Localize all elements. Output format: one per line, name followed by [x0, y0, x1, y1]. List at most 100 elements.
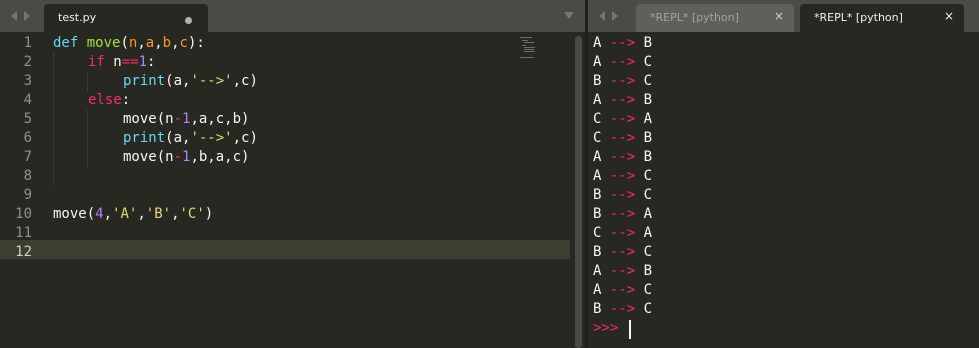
line-number: 10 — [15, 206, 32, 222]
token-string: '-->' — [190, 73, 233, 89]
tab-overflow-chevron-icon[interactable] — [564, 12, 574, 19]
token-string: 'C' — [179, 206, 205, 222]
token-keyword: def — [53, 35, 79, 51]
move-from: A — [593, 263, 602, 279]
move-to: C — [643, 54, 653, 70]
arrow-left-icon[interactable] — [599, 11, 605, 21]
repl-output-line: C --> A — [593, 224, 652, 243]
move-from: B — [593, 206, 602, 222]
token-punct: ) — [204, 206, 214, 222]
token-punct: , — [137, 206, 146, 222]
token-string: 'A' — [112, 206, 138, 222]
token-name: n — [104, 54, 122, 70]
token-punct: , — [154, 35, 163, 51]
tab-navigation-arrows-icon[interactable] — [597, 9, 625, 23]
token-punct: , — [171, 35, 180, 51]
token-number: 4 — [95, 206, 104, 222]
modified-dot-icon[interactable] — [185, 17, 192, 24]
token-keyword: else — [88, 92, 122, 108]
repl-output-line: B --> C — [593, 186, 652, 205]
repl-output-line: C --> A — [593, 110, 652, 129]
editor-tab-bar: test.py — [0, 0, 585, 32]
move-arrow: --> — [609, 111, 636, 127]
token-punct: : — [121, 92, 131, 108]
move-to: A — [643, 206, 653, 222]
indent-guide — [87, 72, 88, 91]
token-builtin: print — [123, 73, 166, 89]
move-to: C — [643, 168, 653, 184]
close-icon[interactable]: × — [774, 9, 784, 23]
line-number: 6 — [23, 130, 32, 146]
move-from: A — [593, 54, 602, 70]
token-punct: , — [171, 206, 180, 222]
line-number: 8 — [23, 168, 32, 184]
repl-output-line: A --> C — [593, 167, 652, 186]
indent-guide — [53, 53, 54, 186]
line-number: 2 — [23, 54, 32, 70]
token-args: (a, — [165, 130, 191, 146]
repl-output-line: A --> B — [593, 91, 652, 110]
move-to: B — [643, 35, 653, 51]
repl-prompt-line[interactable]: >>> — [593, 319, 631, 339]
line-number: 9 — [23, 187, 32, 203]
move-to: A — [643, 111, 653, 127]
minimap-line — [524, 42, 534, 43]
move-from: B — [593, 244, 602, 260]
line-number: 12 — [15, 244, 32, 260]
move-from: C — [593, 225, 602, 241]
indent-guide — [87, 110, 88, 167]
arrow-right-icon[interactable] — [612, 11, 618, 21]
code-editor[interactable]: def move(n,a,b,c): if n==1: print(a,'-->… — [53, 34, 573, 348]
repl-output-line: C --> B — [593, 129, 652, 148]
arrow-left-icon[interactable] — [11, 11, 17, 21]
move-arrow: --> — [609, 130, 636, 146]
token-string: 'B' — [145, 206, 172, 222]
token-param: c — [179, 35, 188, 51]
token-operator: == — [121, 54, 139, 70]
minimap-line — [522, 40, 528, 41]
code-line-1: def move(n,a,b,c): — [53, 34, 205, 53]
line-number: 7 — [23, 149, 32, 165]
minimap[interactable] — [520, 37, 550, 67]
minimap-line — [520, 37, 532, 38]
close-icon[interactable]: × — [944, 9, 954, 23]
code-line-6: print(a,'-->',c) — [123, 129, 258, 148]
repl-output[interactable]: A --> BA --> CB --> CA --> BC --> AC -->… — [593, 34, 973, 348]
tab-repl-python-1[interactable]: *REPL* [python] × — [636, 4, 794, 32]
move-from: A — [593, 282, 602, 298]
repl-output-line: A --> B — [593, 34, 652, 53]
move-to: B — [643, 92, 653, 108]
token-args: ,c) — [232, 130, 258, 146]
move-arrow: --> — [609, 301, 636, 317]
move-to: C — [643, 244, 653, 260]
move-arrow: --> — [609, 244, 636, 260]
editor-scrollbar[interactable] — [575, 36, 582, 348]
tab-navigation-arrows-icon[interactable] — [9, 9, 37, 23]
arrow-right-icon[interactable] — [24, 11, 30, 21]
move-from: A — [593, 92, 602, 108]
move-arrow: --> — [609, 73, 636, 89]
tab-test-py[interactable]: test.py — [44, 4, 208, 32]
line-number: 3 — [23, 73, 32, 89]
move-to: B — [643, 149, 653, 165]
line-number: 1 — [23, 35, 32, 51]
tab-repl-python-2[interactable]: *REPL* [python] × — [800, 4, 964, 32]
tab-label: *REPL* [python] — [650, 11, 739, 24]
move-arrow: --> — [609, 168, 636, 184]
move-arrow: --> — [609, 149, 636, 165]
move-arrow: --> — [609, 225, 636, 241]
code-line-2: if n==1: — [88, 53, 155, 72]
line-number: 11 — [15, 225, 32, 241]
token-args: ,b,a,c) — [190, 149, 250, 165]
minimap-line — [524, 51, 535, 52]
code-line-3: print(a,'-->',c) — [123, 72, 258, 91]
move-to: B — [643, 263, 653, 279]
token-operator: - — [173, 149, 183, 165]
move-from: B — [593, 73, 602, 89]
repl-output-line: B --> C — [593, 72, 652, 91]
text-cursor — [629, 320, 631, 339]
minimap-line — [522, 45, 526, 46]
token-builtin: print — [123, 130, 166, 146]
token-call: move(n — [123, 111, 174, 127]
move-to: C — [643, 73, 653, 89]
